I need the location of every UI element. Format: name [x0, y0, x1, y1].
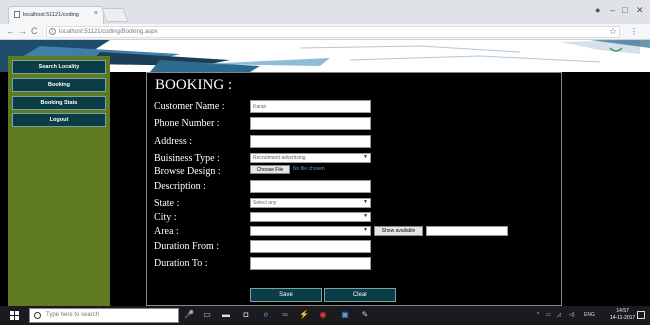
network-icon[interactable]: ◿	[557, 312, 561, 318]
window-app-icon[interactable]: ▣	[340, 310, 350, 320]
arrow-left-icon[interactable]: ←	[6, 26, 15, 36]
windows-start-icon[interactable]	[10, 311, 19, 320]
description-field[interactable]	[250, 180, 371, 193]
new-tab-button[interactable]	[101, 8, 129, 22]
edge-icon[interactable]: e	[261, 310, 271, 320]
clock-time: 14:57	[616, 308, 629, 314]
browser-tab[interactable]: localhost:51121/coding ×	[8, 6, 104, 24]
arrow-right-icon[interactable]: →	[18, 26, 27, 36]
duration-from-field[interactable]	[250, 240, 371, 253]
clear-button[interactable]: Clear	[324, 288, 396, 302]
sidebar-item-logout[interactable]: Logout	[12, 113, 106, 127]
booking-panel: BOOKING : Customer Name : Karan Phone Nu…	[146, 72, 562, 306]
battery-icon[interactable]: ▭	[546, 312, 551, 318]
reload-icon[interactable]: C	[31, 26, 38, 36]
chevron-down-icon: ▼	[363, 227, 368, 233]
chevron-down-icon: ▼	[363, 154, 368, 160]
city-label: City :	[154, 212, 177, 223]
clock[interactable]: 14:57 14-11-2017	[610, 308, 635, 322]
duration-from-label: Duration From :	[154, 241, 219, 252]
show-available-button[interactable]: Show available	[374, 226, 423, 236]
description-label: Description :	[154, 181, 206, 192]
address-label: Address :	[154, 136, 193, 147]
duration-to-field[interactable]	[250, 257, 371, 270]
business-type-value: Recruitment advertising	[253, 155, 306, 161]
page-title: BOOKING :	[155, 77, 233, 93]
language-indicator[interactable]: ENG	[584, 312, 595, 318]
microphone-icon[interactable]: 🎤	[184, 310, 194, 320]
address-bar: ← → C i localhost:51121/coding/Booking.a…	[0, 24, 650, 40]
city-select[interactable]: ▼	[250, 212, 371, 222]
cortana-icon	[34, 312, 41, 319]
taskbar: Type here to search 🎤 ▭ ▬ ◘ e ∞ ⚡ ◉ ▣ ✎ …	[0, 306, 650, 325]
url-input[interactable]: i localhost:51121/coding/Booking.aspx ☆	[46, 26, 620, 38]
paint-icon[interactable]: ✎	[360, 310, 370, 320]
lightning-app-icon[interactable]: ⚡	[299, 310, 309, 320]
sidebar-item-booking[interactable]: Booking	[12, 78, 106, 92]
url-text: localhost:51121/coding/Booking.aspx	[59, 29, 158, 35]
state-value: Select any	[253, 200, 277, 206]
clock-date: 14-11-2017	[610, 315, 636, 321]
chevron-down-icon: ▼	[363, 199, 368, 205]
chevron-down-icon: ▼	[363, 213, 368, 219]
visual-studio-icon[interactable]: ∞	[280, 310, 290, 320]
profile-icon[interactable]: ●	[595, 5, 600, 15]
browser-tab-bar: localhost:51121/coding × ● – □ ✕	[0, 0, 650, 24]
customer-name-label: Customer Name :	[154, 101, 225, 112]
business-type-select[interactable]: Recruitment advertising ▼	[250, 153, 371, 163]
search-placeholder: Type here to search	[46, 312, 100, 318]
area-select[interactable]: ▼	[250, 226, 371, 236]
info-icon[interactable]: i	[49, 28, 56, 35]
document-icon	[14, 11, 20, 18]
duration-to-label: Duration To :	[154, 258, 208, 269]
sidebar: Search Locality Booking Booking Stats Lo…	[8, 56, 110, 306]
sidebar-item-search-locality[interactable]: Search Locality	[12, 60, 106, 74]
state-select[interactable]: Select any ▼	[250, 198, 371, 208]
file-status-text: No file chosen	[293, 166, 325, 172]
notification-icon[interactable]	[637, 311, 645, 319]
phone-number-field[interactable]	[250, 117, 371, 130]
minimize-button[interactable]: –	[610, 5, 615, 15]
tab-title: localhost:51121/coding	[23, 12, 79, 18]
tray-chevron-icon[interactable]: ^	[537, 312, 539, 318]
chrome-icon[interactable]: ◉	[318, 310, 328, 320]
store-icon[interactable]: ◘	[241, 310, 251, 320]
close-window-button[interactable]: ✕	[636, 5, 644, 16]
state-label: State :	[154, 198, 180, 209]
save-button[interactable]: Save	[250, 288, 322, 302]
address-field[interactable]	[250, 135, 371, 148]
volume-icon[interactable]: ◁)	[569, 312, 575, 318]
business-type-label: Buisiness Type :	[154, 153, 220, 164]
choose-file-button[interactable]: Choose File	[250, 165, 290, 174]
task-view-icon[interactable]: ▭	[202, 310, 212, 320]
menu-dots-icon[interactable]: ⋮	[630, 27, 638, 36]
close-tab-icon[interactable]: ×	[94, 10, 98, 17]
maximize-button[interactable]: □	[622, 5, 627, 15]
browse-design-label: Browse Design :	[154, 166, 221, 177]
phone-number-label: Phone Number :	[154, 118, 220, 129]
file-explorer-icon[interactable]: ▬	[221, 310, 231, 320]
customer-name-field[interactable]: Karan	[250, 100, 371, 113]
star-icon[interactable]: ☆	[609, 26, 617, 37]
taskbar-search-input[interactable]: Type here to search	[29, 308, 179, 323]
area-label: Area :	[154, 226, 179, 237]
available-area-field[interactable]	[426, 226, 508, 236]
sidebar-item-booking-stats[interactable]: Booking Stats	[12, 96, 106, 110]
